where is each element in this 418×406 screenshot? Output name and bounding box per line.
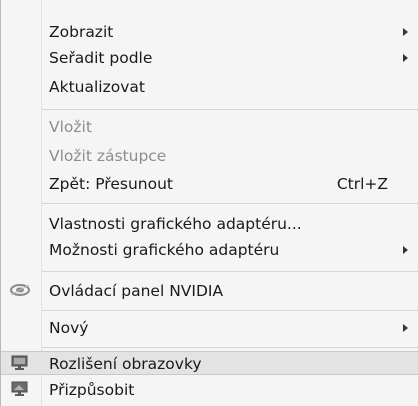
menu-item-label: Vlastnosti grafického adaptéru...: [49, 215, 302, 233]
menu-item-label: Ovládací panel NVIDIA: [49, 282, 224, 300]
menu-separator: [42, 271, 418, 272]
menu-separator: [42, 203, 418, 204]
menu-item-vlozit: Vložit: [1, 115, 418, 139]
desktop-context-menu: Zobrazit Seřadit podle Aktualizovat Vlož…: [0, 0, 418, 406]
menu-item-label: Možnosti grafického adaptéru: [49, 241, 280, 259]
menu-separator: [42, 310, 418, 311]
menu-item-seradit-podle[interactable]: Seřadit podle: [1, 46, 418, 70]
menu-item-label: Nový: [49, 319, 89, 337]
submenu-arrow-icon: [403, 246, 408, 254]
menu-item-vlozit-zastupce: Vložit zástupce: [1, 144, 418, 168]
menu-item-label: Vložit: [49, 118, 92, 136]
submenu-arrow-icon: [403, 324, 408, 332]
menu-item-label: Seřadit podle: [49, 49, 153, 67]
screen-resolution-icon: [9, 355, 31, 371]
menu-item-label: Zobrazit: [49, 23, 114, 41]
menu-item-label: Zpět: Přesunout: [49, 175, 173, 193]
menu-item-vlastnosti-grafickeho-adapteru[interactable]: Vlastnosti grafického adaptéru...: [1, 212, 418, 236]
menu-item-label: Přizpůsobit: [49, 381, 135, 399]
nvidia-icon: [9, 282, 31, 298]
menu-item-label: Rozlišení obrazovky: [49, 355, 202, 373]
menu-item-shortcut: Ctrl+Z: [336, 175, 388, 193]
menu-item-moznosti-grafickeho-adapteru[interactable]: Možnosti grafického adaptéru: [1, 238, 418, 262]
menu-item-label: Aktualizovat: [49, 78, 145, 96]
menu-item-nvidia-control-panel[interactable]: Ovládací panel NVIDIA: [1, 279, 418, 303]
menu-separator: [42, 347, 418, 348]
menu-item-rozliseni-obrazovky[interactable]: Rozlišení obrazovky: [1, 351, 418, 375]
menu-item-label: Vložit zástupce: [49, 147, 167, 165]
menu-item-prizpusobit[interactable]: Přizpůsobit: [1, 378, 418, 402]
personalize-icon: [9, 381, 31, 397]
menu-item-zobrazit[interactable]: Zobrazit: [1, 20, 418, 44]
menu-separator: [42, 109, 418, 110]
menu-item-aktualizovat[interactable]: Aktualizovat: [1, 75, 418, 99]
submenu-arrow-icon: [403, 28, 408, 36]
menu-item-zpet-presunout[interactable]: Zpět: Přesunout Ctrl+Z: [1, 172, 418, 196]
submenu-arrow-icon: [403, 54, 408, 62]
menu-item-novy[interactable]: Nový: [1, 316, 418, 340]
